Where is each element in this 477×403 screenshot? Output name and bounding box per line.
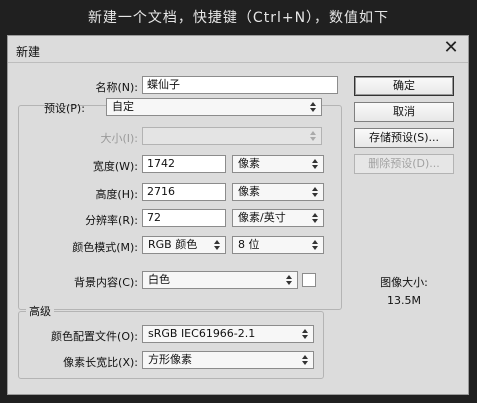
tutorial-caption: 新建一个文档，快捷键（Ctrl+N），数值如下: [87, 10, 390, 26]
bit-depth-value: 8 位: [238, 238, 260, 251]
color-mode-select[interactable]: RGB 颜色: [142, 236, 226, 254]
size-select[interactable]: [142, 127, 322, 145]
resolution-input[interactable]: 72: [142, 209, 226, 227]
height-unit-select[interactable]: 像素: [232, 183, 324, 201]
width-unit-value: 像素: [238, 157, 260, 170]
image-size-value: 13.5M: [387, 294, 421, 307]
select-arrow-icon: [310, 101, 317, 113]
select-arrow-icon: [312, 239, 319, 251]
select-arrow-icon: [310, 130, 317, 142]
background-select[interactable]: 白色: [142, 271, 298, 289]
height-label: 高度(H):: [95, 188, 138, 201]
height-input[interactable]: 2716: [142, 183, 226, 201]
select-arrow-icon: [312, 212, 319, 224]
ok-button[interactable]: 确定: [354, 76, 454, 96]
select-arrow-icon: [312, 158, 319, 170]
select-arrow-icon: [214, 239, 221, 251]
select-arrow-icon: [312, 186, 319, 198]
select-arrow-icon: [302, 328, 309, 340]
advanced-legend: 高级: [26, 303, 54, 319]
background-color-swatch[interactable]: [302, 273, 316, 287]
resolution-unit-value: 像素/英寸: [238, 211, 286, 224]
width-unit-select[interactable]: 像素: [232, 155, 324, 173]
color-mode-value: RGB 颜色: [148, 238, 198, 251]
color-mode-label: 颜色模式(M):: [72, 241, 138, 254]
color-profile-label: 颜色配置文件(O):: [51, 330, 138, 343]
image-size-label: 图像大小:: [380, 276, 428, 289]
background-label: 背景内容(C):: [74, 276, 138, 289]
pixel-aspect-select[interactable]: 方形像素: [142, 351, 314, 369]
select-arrow-icon: [302, 354, 309, 366]
preset-label: 预设(P):: [44, 102, 85, 115]
resolution-unit-select[interactable]: 像素/英寸: [232, 209, 324, 227]
select-arrow-icon: [286, 274, 293, 286]
size-label: 大小(I):: [100, 132, 138, 145]
name-label: 名称(N):: [95, 81, 138, 94]
close-icon[interactable]: ✕: [442, 39, 460, 57]
pixel-aspect-label: 像素长宽比(X):: [63, 356, 138, 369]
color-profile-value: sRGB IEC61966-2.1: [148, 327, 256, 340]
background-value: 白色: [148, 273, 170, 286]
preset-select[interactable]: 自定: [106, 98, 322, 116]
width-input[interactable]: 1742: [142, 155, 226, 173]
save-preset-button[interactable]: 存储预设(S)...: [354, 128, 454, 148]
resolution-label: 分辨率(R):: [85, 214, 138, 227]
dialog-titlebar: 新建 ✕: [8, 36, 468, 63]
color-profile-select[interactable]: sRGB IEC61966-2.1: [142, 325, 314, 343]
dialog-title: 新建: [16, 45, 41, 59]
new-document-dialog: 新建 ✕ 名称(N): 蝶仙子 预设(P): 自定 大小(I): 宽度(W): …: [7, 35, 469, 395]
bit-depth-select[interactable]: 8 位: [232, 236, 324, 254]
name-input[interactable]: 蝶仙子: [142, 76, 338, 94]
height-unit-value: 像素: [238, 185, 260, 198]
width-label: 宽度(W):: [92, 160, 138, 173]
preset-select-value: 自定: [112, 100, 134, 113]
pixel-aspect-value: 方形像素: [148, 353, 192, 366]
cancel-button[interactable]: 取消: [354, 102, 454, 122]
delete-preset-button[interactable]: 删除预设(D)...: [354, 154, 454, 174]
